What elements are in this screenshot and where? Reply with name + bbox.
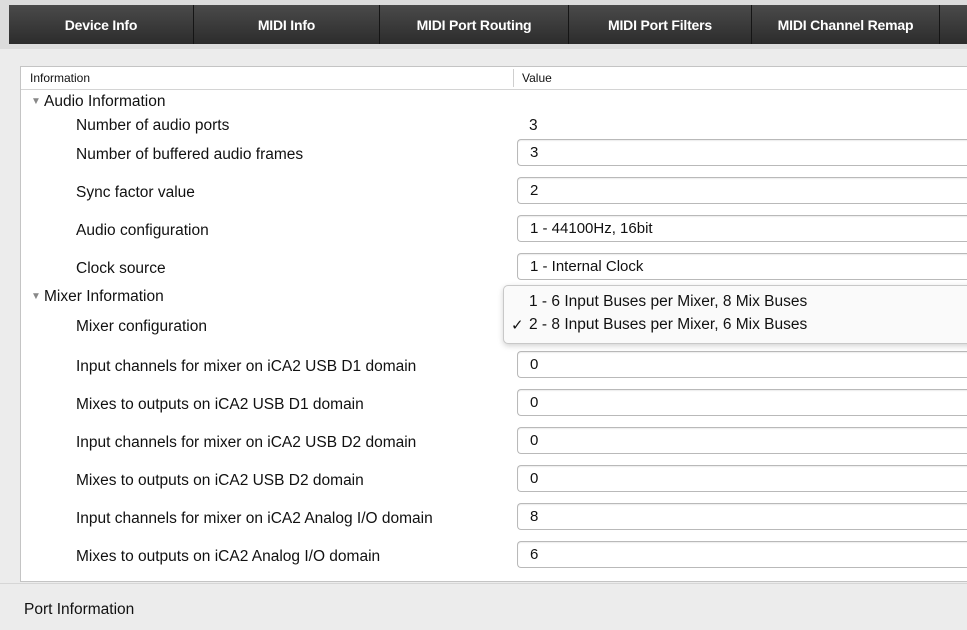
column-header-value[interactable]: Value <box>522 71 552 85</box>
field-value: 1 - Internal Clock <box>530 258 644 275</box>
column-divider[interactable] <box>513 69 514 87</box>
field-value: 6 <box>530 546 539 563</box>
menu-option-2[interactable]: 2 - 8 Input Buses per Mixer, 6 Mix Buses <box>529 316 807 334</box>
row-label: Number of audio ports <box>76 117 230 134</box>
row-clock-source: Clock source 1 - Internal Clock <box>21 253 967 281</box>
row-label: Number of buffered audio frames <box>76 146 304 163</box>
analog-input-field[interactable]: 8 <box>517 503 967 530</box>
row-label: Clock source <box>76 260 166 277</box>
field-value: 0 <box>530 356 539 373</box>
column-header-information[interactable]: Information <box>30 71 90 85</box>
buffered-frames-field[interactable]: 3 <box>517 139 967 166</box>
tab-device-info[interactable]: Device Info <box>9 5 194 44</box>
row-label: Mixes to outputs on iCA2 USB D2 domain <box>76 472 364 489</box>
row-usb-d1-output: Mixes to outputs on iCA2 USB D1 domain 0 <box>21 389 967 417</box>
row-buffered-frames: Number of buffered audio frames 3 <box>21 139 967 167</box>
tab-midi-port-filters[interactable]: MIDI Port Filters <box>569 5 752 44</box>
group-label: Mixer Information <box>44 288 164 305</box>
row-label: Input channels for mixer on iCA2 Analog … <box>76 510 433 527</box>
menu-option-1[interactable]: 1 - 6 Input Buses per Mixer, 8 Mix Buses <box>529 293 807 311</box>
table-header: Information Value <box>21 67 967 90</box>
usb-d2-output-field[interactable]: 0 <box>517 465 967 492</box>
usb-d2-input-field[interactable]: 0 <box>517 427 967 454</box>
tab-midi-channel-remap[interactable]: MIDI Channel Remap <box>752 5 940 44</box>
group-label: Audio Information <box>44 93 166 110</box>
clock-source-select[interactable]: 1 - Internal Clock <box>517 253 967 280</box>
row-usb-d1-input: Input channels for mixer on iCA2 USB D1 … <box>21 351 967 379</box>
usb-d1-input-field[interactable]: 0 <box>517 351 967 378</box>
checkmark-icon: ✓ <box>511 317 524 334</box>
field-value: 1 - 44100Hz, 16bit <box>530 220 653 237</box>
tab-midi-port-routing[interactable]: MIDI Port Routing <box>380 5 569 44</box>
info-table: Information Value ▼ Audio Information Nu… <box>20 66 967 582</box>
row-analog-input: Input channels for mixer on iCA2 Analog … <box>21 503 967 531</box>
usb-d1-output-field[interactable]: 0 <box>517 389 967 416</box>
row-label: Mixes to outputs on iCA2 Analog I/O doma… <box>76 548 381 565</box>
port-information-label: Port Information <box>24 601 135 618</box>
disclosure-triangle-icon[interactable]: ▼ <box>31 291 41 302</box>
field-value: 2 <box>530 182 539 199</box>
tab-overflow[interactable] <box>940 5 967 44</box>
row-value: 3 <box>529 117 538 134</box>
field-value: 0 <box>530 432 539 449</box>
audio-configuration-select[interactable]: 1 - 44100Hz, 16bit <box>517 215 967 242</box>
row-analog-output: Mixes to outputs on iCA2 Analog I/O doma… <box>21 541 967 569</box>
row-usb-d2-input: Input channels for mixer on iCA2 USB D2 … <box>21 427 967 455</box>
row-label: Input channels for mixer on iCA2 USB D1 … <box>76 358 417 375</box>
analog-output-field[interactable]: 6 <box>517 541 967 568</box>
field-value: 0 <box>530 470 539 487</box>
field-value: 0 <box>530 394 539 411</box>
tab-midi-info[interactable]: MIDI Info <box>194 5 380 44</box>
field-value: 8 <box>530 508 539 525</box>
row-label: Mixes to outputs on iCA2 USB D1 domain <box>76 396 364 413</box>
port-information-section[interactable]: Port Information <box>0 583 967 630</box>
row-label: Audio configuration <box>76 222 209 239</box>
disclosure-triangle-icon[interactable]: ▼ <box>31 96 41 107</box>
tab-bar: Device Info MIDI Info MIDI Port Routing … <box>0 0 967 49</box>
sync-factor-field[interactable]: 2 <box>517 177 967 204</box>
row-num-audio-ports: Number of audio ports 3 <box>21 113 967 141</box>
row-label: Mixer configuration <box>76 318 207 335</box>
row-audio-configuration: Audio configuration 1 - 44100Hz, 16bit <box>21 215 967 243</box>
row-sync-factor: Sync factor value 2 <box>21 177 967 205</box>
mixer-configuration-menu[interactable]: 1 - 6 Input Buses per Mixer, 8 Mix Buses… <box>503 285 967 344</box>
field-value: 3 <box>530 144 539 161</box>
row-label: Input channels for mixer on iCA2 USB D2 … <box>76 434 417 451</box>
row-label: Sync factor value <box>76 184 195 201</box>
row-usb-d2-output: Mixes to outputs on iCA2 USB D2 domain 0 <box>21 465 967 493</box>
